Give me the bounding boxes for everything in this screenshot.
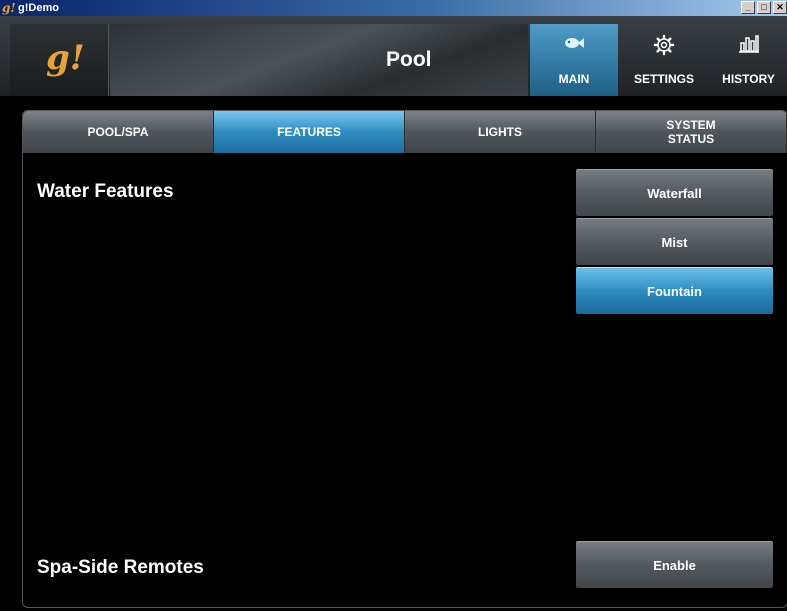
app-window: g! Pool MAIN SETTINGS HISTORY POOL/SPA F…	[0, 16, 787, 611]
enable-button[interactable]: Enable	[576, 541, 773, 588]
app-header: g! Pool MAIN SETTINGS HISTORY	[0, 16, 787, 97]
tab-bar: POOL/SPA FEATURES LIGHTS SYSTEM STATUS	[23, 111, 787, 153]
tab-pool-spa[interactable]: POOL/SPA	[23, 111, 214, 153]
nav-settings-label: SETTINGS	[633, 72, 694, 86]
title-bar	[110, 24, 528, 96]
nav-history-label: HISTORY	[722, 72, 775, 86]
page-title: Pool	[386, 48, 432, 71]
window-titlebar: g! g!Demo _ □ ✕	[0, 0, 787, 16]
window-title: g!Demo	[18, 2, 59, 14]
close-button[interactable]: ✕	[773, 1, 787, 14]
nav-history-button[interactable]: HISTORY	[710, 24, 787, 96]
nav-main-label: MAIN	[558, 72, 590, 86]
content-panel: POOL/SPA FEATURES LIGHTS SYSTEM STATUS W…	[22, 110, 787, 608]
g-logo: g!	[46, 38, 85, 78]
water-features-heading: Water Features	[37, 181, 174, 202]
nav-settings-button[interactable]: SETTINGS	[620, 24, 708, 96]
minimize-button[interactable]: _	[741, 1, 755, 14]
logo-box: g!	[10, 24, 109, 96]
tab-lights[interactable]: LIGHTS	[405, 111, 596, 153]
spa-side-remotes-heading: Spa-Side Remotes	[37, 557, 204, 578]
app-logo-icon: g!	[2, 1, 16, 15]
fountain-button[interactable]: Fountain	[576, 267, 773, 314]
tab-features[interactable]: FEATURES	[214, 111, 405, 153]
tab-system-status[interactable]: SYSTEM STATUS	[596, 111, 787, 153]
waterfall-button[interactable]: Waterfall	[576, 169, 773, 216]
maximize-button[interactable]: □	[757, 1, 771, 14]
gear-icon	[620, 34, 708, 61]
mist-button[interactable]: Mist	[576, 218, 773, 265]
nav-main-button[interactable]: MAIN	[530, 24, 618, 96]
fish-icon	[530, 34, 618, 57]
window-controls: _ □ ✕	[741, 1, 787, 14]
bar-chart-icon	[710, 34, 787, 59]
